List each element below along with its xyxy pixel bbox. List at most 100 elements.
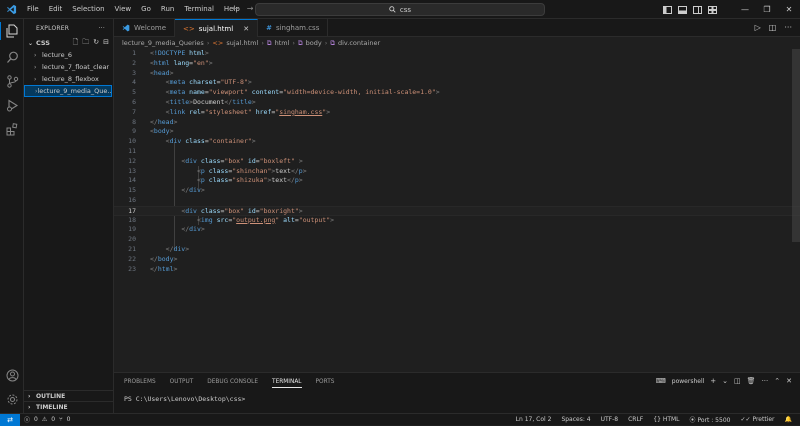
collapse-all-icon[interactable]: ⊟ (103, 38, 109, 49)
close-window-icon[interactable]: ✕ (778, 5, 800, 14)
element-icon: ⧉ (330, 38, 335, 47)
search-view-icon[interactable] (3, 48, 21, 66)
workspace-folder[interactable]: ⌄ CSS 🗋 🗀 ↻ ⊟ (24, 37, 113, 49)
breadcrumb-div-container[interactable]: div.container (338, 39, 380, 47)
outline-section[interactable]: › OUTLINE (24, 390, 114, 401)
account-icon[interactable] (3, 366, 21, 384)
line-ending[interactable]: CRLF (628, 416, 643, 423)
chevron-down-icon[interactable]: ⌄ (722, 377, 728, 385)
explorer-icon[interactable] (0, 22, 24, 40)
restore-icon[interactable]: ❐ (756, 5, 778, 14)
toggle-sidebar-icon[interactable] (662, 5, 673, 15)
tree-item-folder[interactable]: › lecture_7_float_clear (24, 61, 113, 73)
encoding[interactable]: UTF-8 (601, 416, 619, 423)
warnings-icon[interactable]: ⚠ (42, 416, 47, 423)
tab-welcome[interactable]: Welcome (114, 19, 176, 37)
run-debug-icon[interactable] (3, 96, 21, 114)
tab-terminal[interactable]: TERMINAL (272, 379, 302, 388)
tree-item-folder[interactable]: › lecture_6 (24, 49, 113, 61)
back-arrow-icon[interactable]: ← (232, 4, 239, 13)
indentation[interactable]: Spaces: 4 (561, 416, 590, 423)
error-count[interactable]: 0 (34, 416, 38, 423)
explorer-sidebar: EXPLORER ··· ⌄ CSS 🗋 🗀 ↻ ⊟ › lecture_6 › l… (24, 19, 114, 413)
notifications-bell-icon[interactable]: 🔔 (785, 416, 792, 423)
title-bar-controls: — ❐ ✕ (660, 0, 800, 19)
timeline-label: TIMELINE (36, 403, 68, 411)
breadcrumb-file[interactable]: sujal.html (226, 39, 258, 47)
split-editor-icon[interactable]: ◫ (769, 23, 777, 32)
new-file-icon[interactable]: 🗋 (73, 38, 79, 49)
ports-count[interactable]: 0 (67, 416, 71, 423)
html-file-icon: <> (183, 24, 195, 33)
tree-item-label: lecture_6 (42, 51, 72, 59)
breadcrumb-body[interactable]: body (306, 39, 322, 47)
more-actions-icon[interactable]: ··· (784, 23, 792, 32)
command-center-search[interactable]: css (255, 3, 545, 16)
chevron-right-icon: › (34, 75, 37, 83)
editor-scrollbar[interactable] (792, 49, 800, 242)
errors-icon[interactable]: ⓧ (24, 415, 30, 424)
customize-layout-icon[interactable] (707, 5, 718, 15)
run-icon[interactable]: ▷ (755, 23, 761, 32)
toggle-secondary-sidebar-icon[interactable] (692, 5, 703, 15)
timeline-section[interactable]: › TIMELINE (24, 401, 114, 412)
close-panel-icon[interactable]: ✕ (786, 377, 792, 385)
menu-go[interactable]: Go (136, 5, 156, 13)
settings-gear-icon[interactable] (3, 390, 21, 408)
extensions-icon[interactable] (3, 120, 21, 138)
remote-icon[interactable]: ⇄ (0, 413, 20, 426)
terminal-prompt[interactable]: PS C:\Users\Lenovo\Desktop\css> (114, 395, 800, 403)
breadcrumb-folder[interactable]: lecture_9_media_Queries (122, 39, 204, 47)
menu-terminal[interactable]: Terminal (179, 5, 219, 13)
bottom-panel: PROBLEMS OUTPUT DEBUG CONSOLE TERMINAL P… (114, 372, 800, 413)
title-bar: File Edit Selection View Go Run Terminal… (0, 0, 800, 19)
double-check-icon: ✓✓ (740, 416, 751, 423)
source-control-icon[interactable] (3, 72, 21, 90)
menu-file[interactable]: File (22, 5, 44, 13)
tab-problems[interactable]: PROBLEMS (124, 379, 156, 385)
element-icon: ⧉ (266, 38, 272, 47)
chevron-right-icon: › (28, 392, 31, 400)
language-mode[interactable]: {} HTML (653, 416, 679, 423)
activity-bar (0, 19, 24, 413)
tree-item-label: lecture_8_flexbox (42, 75, 99, 83)
tab-sujal-html[interactable]: <> sujal.html ✕ (175, 19, 259, 37)
split-terminal-icon[interactable]: ◫ (734, 377, 741, 385)
minimize-icon[interactable]: — (734, 5, 756, 14)
language-label: HTML (662, 416, 680, 423)
explorer-title: EXPLORER (36, 24, 70, 32)
cursor-position[interactable]: Ln 17, Col 2 (516, 416, 552, 423)
tree-item-folder[interactable]: › lecture_8_flexbox (24, 73, 113, 85)
chevron-up-icon[interactable]: ⌃ (774, 377, 780, 385)
tree-item-label: lecture_9_media_Que... (37, 87, 112, 95)
tab-debug-console[interactable]: DEBUG CONSOLE (207, 379, 258, 385)
ports-icon[interactable]: ⑂ (59, 416, 63, 423)
code-editor[interactable]: 1 <!DOCTYPE html> 2 <html lang="en"> 3 <hea… (114, 49, 800, 372)
menu-view[interactable]: View (110, 5, 137, 13)
shell-name[interactable]: powershell (672, 378, 705, 385)
tab-label: singham.css (275, 24, 320, 32)
live-server-port[interactable]: ⦿ Port : 5500 (690, 415, 731, 424)
menu-bar: File Edit Selection View Go Run Terminal… (22, 5, 245, 13)
tab-ports[interactable]: PORTS (316, 379, 335, 385)
new-terminal-icon[interactable]: + (710, 377, 716, 385)
breadcrumb-html[interactable]: html (275, 39, 290, 47)
tab-singham-css[interactable]: # singham.css (258, 19, 329, 37)
tree-item-folder-selected[interactable]: › lecture_9_media_Que... (24, 85, 112, 97)
trash-icon[interactable]: 🗑 (747, 377, 756, 385)
tab-output[interactable]: OUTPUT (170, 379, 194, 385)
refresh-icon[interactable]: ↻ (93, 38, 99, 49)
more-actions-icon[interactable]: ··· (762, 377, 769, 385)
menu-selection[interactable]: Selection (67, 5, 109, 13)
close-tab-icon[interactable]: ✕ (243, 25, 249, 33)
search-icon (389, 6, 396, 13)
forward-arrow-icon[interactable]: → (247, 4, 254, 13)
warning-count[interactable]: 0 (51, 416, 55, 423)
menu-run[interactable]: Run (156, 5, 179, 13)
chevron-right-icon: › (34, 51, 37, 59)
prettier-status[interactable]: ✓✓ Prettier (740, 416, 774, 423)
new-folder-icon[interactable]: 🗀 (82, 38, 89, 49)
toggle-panel-icon[interactable] (677, 5, 688, 15)
more-actions-icon[interactable]: ··· (99, 25, 105, 32)
menu-edit[interactable]: Edit (44, 5, 68, 13)
